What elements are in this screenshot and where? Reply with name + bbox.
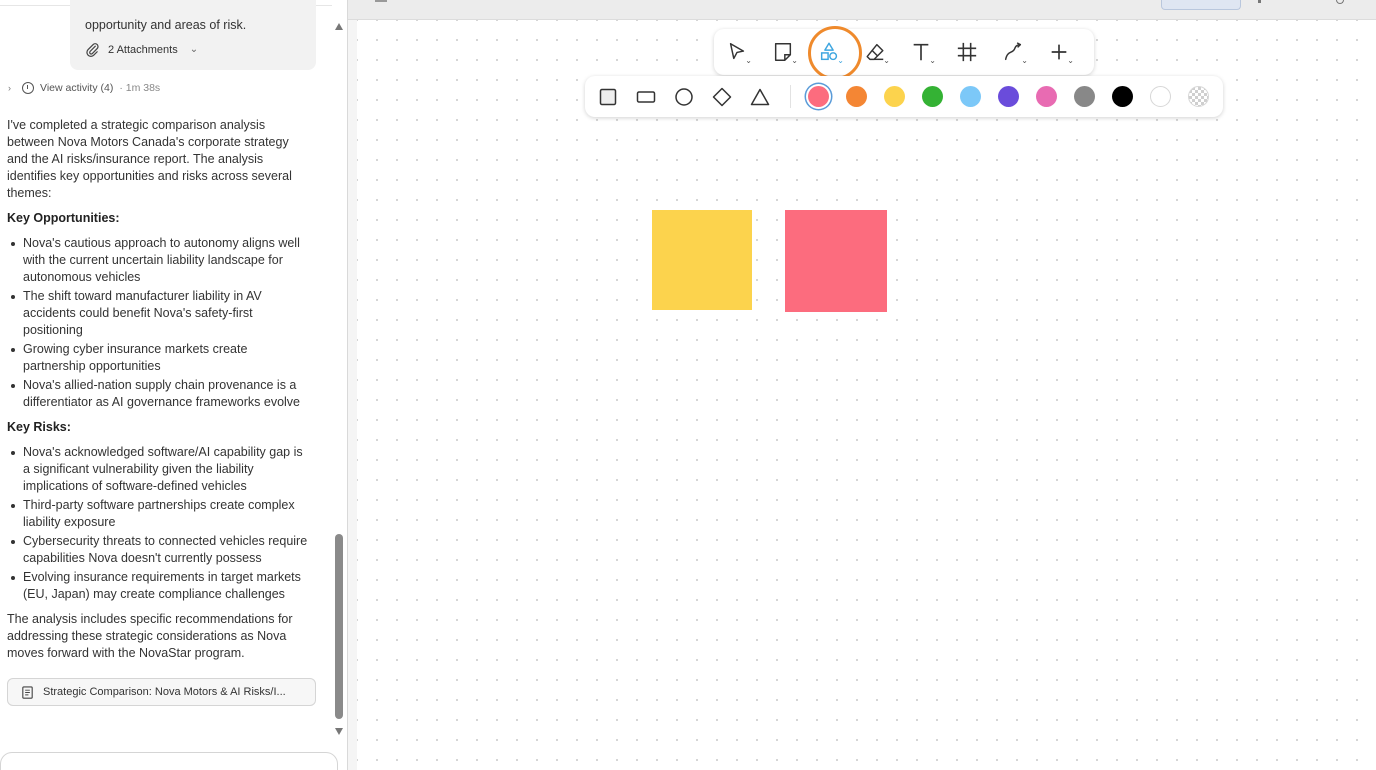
opportunities-section: Key Opportunities: [7, 210, 312, 227]
sticky-note-pink[interactable] [785, 210, 887, 312]
activity-duration: · 1m 38s [119, 82, 161, 94]
eraser-tool[interactable]: ⌄ [852, 29, 898, 75]
assistant-intro: I've completed a strategic comparison an… [7, 117, 312, 202]
color-swatch-purple[interactable] [998, 86, 1019, 107]
color-swatch-gray[interactable] [1074, 86, 1095, 107]
attachments-toggle[interactable]: 2 Attachments ⌄ [85, 42, 198, 57]
connector-tool[interactable]: ⌄ [990, 29, 1036, 75]
view-activity-toggle[interactable]: › View activity (4) · 1m 38s [8, 82, 160, 94]
chevron-down-icon: ⌄ [1021, 56, 1028, 65]
document-icon [22, 685, 33, 699]
sticky-note-tool[interactable]: ⌄ [760, 29, 806, 75]
circle-shape-button[interactable] [671, 84, 697, 110]
share-icon[interactable] [1258, 0, 1261, 3]
paperclip-icon [86, 43, 99, 57]
chat-scrollbar[interactable] [333, 18, 345, 740]
risks-heading: Key Risks: [7, 420, 71, 434]
artifact-label: Strategic Comparison: Nova Motors & AI R… [43, 686, 286, 698]
scroll-down-icon[interactable] [335, 728, 343, 735]
chat-panel: opportunity and areas of risk. 2 Attachm… [0, 0, 348, 770]
square-shape-button[interactable] [595, 84, 621, 110]
select-tool[interactable]: ⌄ [714, 29, 760, 75]
color-swatch-black[interactable] [1112, 86, 1133, 107]
risks-section: Key Risks: [7, 419, 312, 436]
list-item: Cybersecurity threats to connected vehic… [11, 533, 312, 567]
user-message-text: opportunity and areas of risk. [85, 18, 247, 32]
frame-tool[interactable] [944, 29, 990, 75]
rectangle-shape-button[interactable] [633, 84, 659, 110]
triangle-icon [750, 88, 770, 106]
list-item: Nova's cautious approach to autonomy ali… [11, 235, 312, 286]
color-swatch-pink[interactable] [1036, 86, 1057, 107]
assistant-closing: The analysis includes specific recommend… [7, 611, 312, 662]
circle-icon [675, 88, 693, 106]
list-item: Evolving insurance requirements in targe… [11, 569, 312, 603]
text-tool[interactable]: ⌄ [898, 29, 944, 75]
square-icon [599, 88, 617, 106]
list-item: Third-party software partnerships create… [11, 497, 312, 531]
color-swatch-transparent[interactable] [1188, 86, 1209, 107]
shape-options-toolbar [585, 76, 1223, 117]
diamond-icon [712, 87, 732, 107]
artifact-button[interactable]: Strategic Comparison: Nova Motors & AI R… [7, 678, 316, 706]
scroll-up-icon[interactable] [335, 23, 343, 30]
chevron-down-icon: ⌄ [929, 56, 936, 65]
activity-label: View activity (4) [40, 82, 114, 94]
color-swatch-orange[interactable] [846, 86, 867, 107]
chat-history[interactable]: opportunity and areas of risk. 2 Attachm… [0, 0, 332, 740]
color-swatch-red[interactable] [808, 86, 829, 107]
triangle-shape-button[interactable] [747, 84, 773, 110]
color-swatch-green[interactable] [922, 86, 943, 107]
frame-icon [957, 42, 977, 62]
intro-text: I've completed a strategic comparison an… [7, 118, 292, 200]
scrollbar-thumb[interactable] [335, 534, 343, 719]
canvas-header [348, 0, 1376, 20]
clock-icon [22, 82, 34, 94]
opportunities-heading: Key Opportunities: [7, 211, 120, 225]
risks-list: Nova's acknowledged software/AI capabili… [7, 444, 312, 605]
diamond-shape-button[interactable] [709, 84, 735, 110]
add-tool[interactable]: ⌄ [1036, 29, 1082, 75]
menu-icon[interactable] [375, 0, 387, 2]
view-toggle[interactable] [1161, 0, 1241, 10]
chevron-down-icon: ⌄ [883, 56, 890, 65]
color-swatch-white[interactable] [1150, 86, 1171, 107]
list-item: The shift toward manufacturer liability … [11, 288, 312, 339]
list-item: Nova's allied-nation supply chain proven… [11, 377, 312, 411]
attachments-label: 2 Attachments [108, 43, 178, 56]
list-item: Growing cyber insurance markets create p… [11, 341, 312, 375]
chevron-down-icon: ⌄ [1067, 56, 1074, 65]
chevron-down-icon: ⌄ [745, 56, 752, 65]
toolbar-divider [790, 85, 791, 108]
rectangle-icon [636, 91, 656, 103]
color-swatch-yellow[interactable] [884, 86, 905, 107]
opportunities-list: Nova's cautious approach to autonomy ali… [7, 235, 312, 413]
main-toolbar: ⌄ ⌄ ⌄ ⌄ ⌄ ⌄ ⌄ [714, 29, 1094, 75]
list-item: Nova's acknowledged software/AI capabili… [11, 444, 312, 495]
shapes-tool[interactable]: ⌄ [806, 29, 852, 75]
color-swatch-light-blue[interactable] [960, 86, 981, 107]
whiteboard-canvas[interactable] [357, 20, 1376, 770]
chevron-down-icon: ⌄ [791, 56, 798, 65]
sticky-note-yellow[interactable] [652, 210, 752, 310]
closing-text: The analysis includes specific recommend… [7, 612, 293, 660]
chevron-down-icon: ⌄ [189, 44, 199, 55]
user-message-bubble: opportunity and areas of risk. 2 Attachm… [70, 0, 316, 70]
chat-input[interactable] [0, 752, 338, 770]
help-icon[interactable] [1336, 0, 1344, 4]
chevron-right-icon: › [8, 83, 11, 93]
chevron-down-icon: ⌄ [837, 56, 844, 65]
